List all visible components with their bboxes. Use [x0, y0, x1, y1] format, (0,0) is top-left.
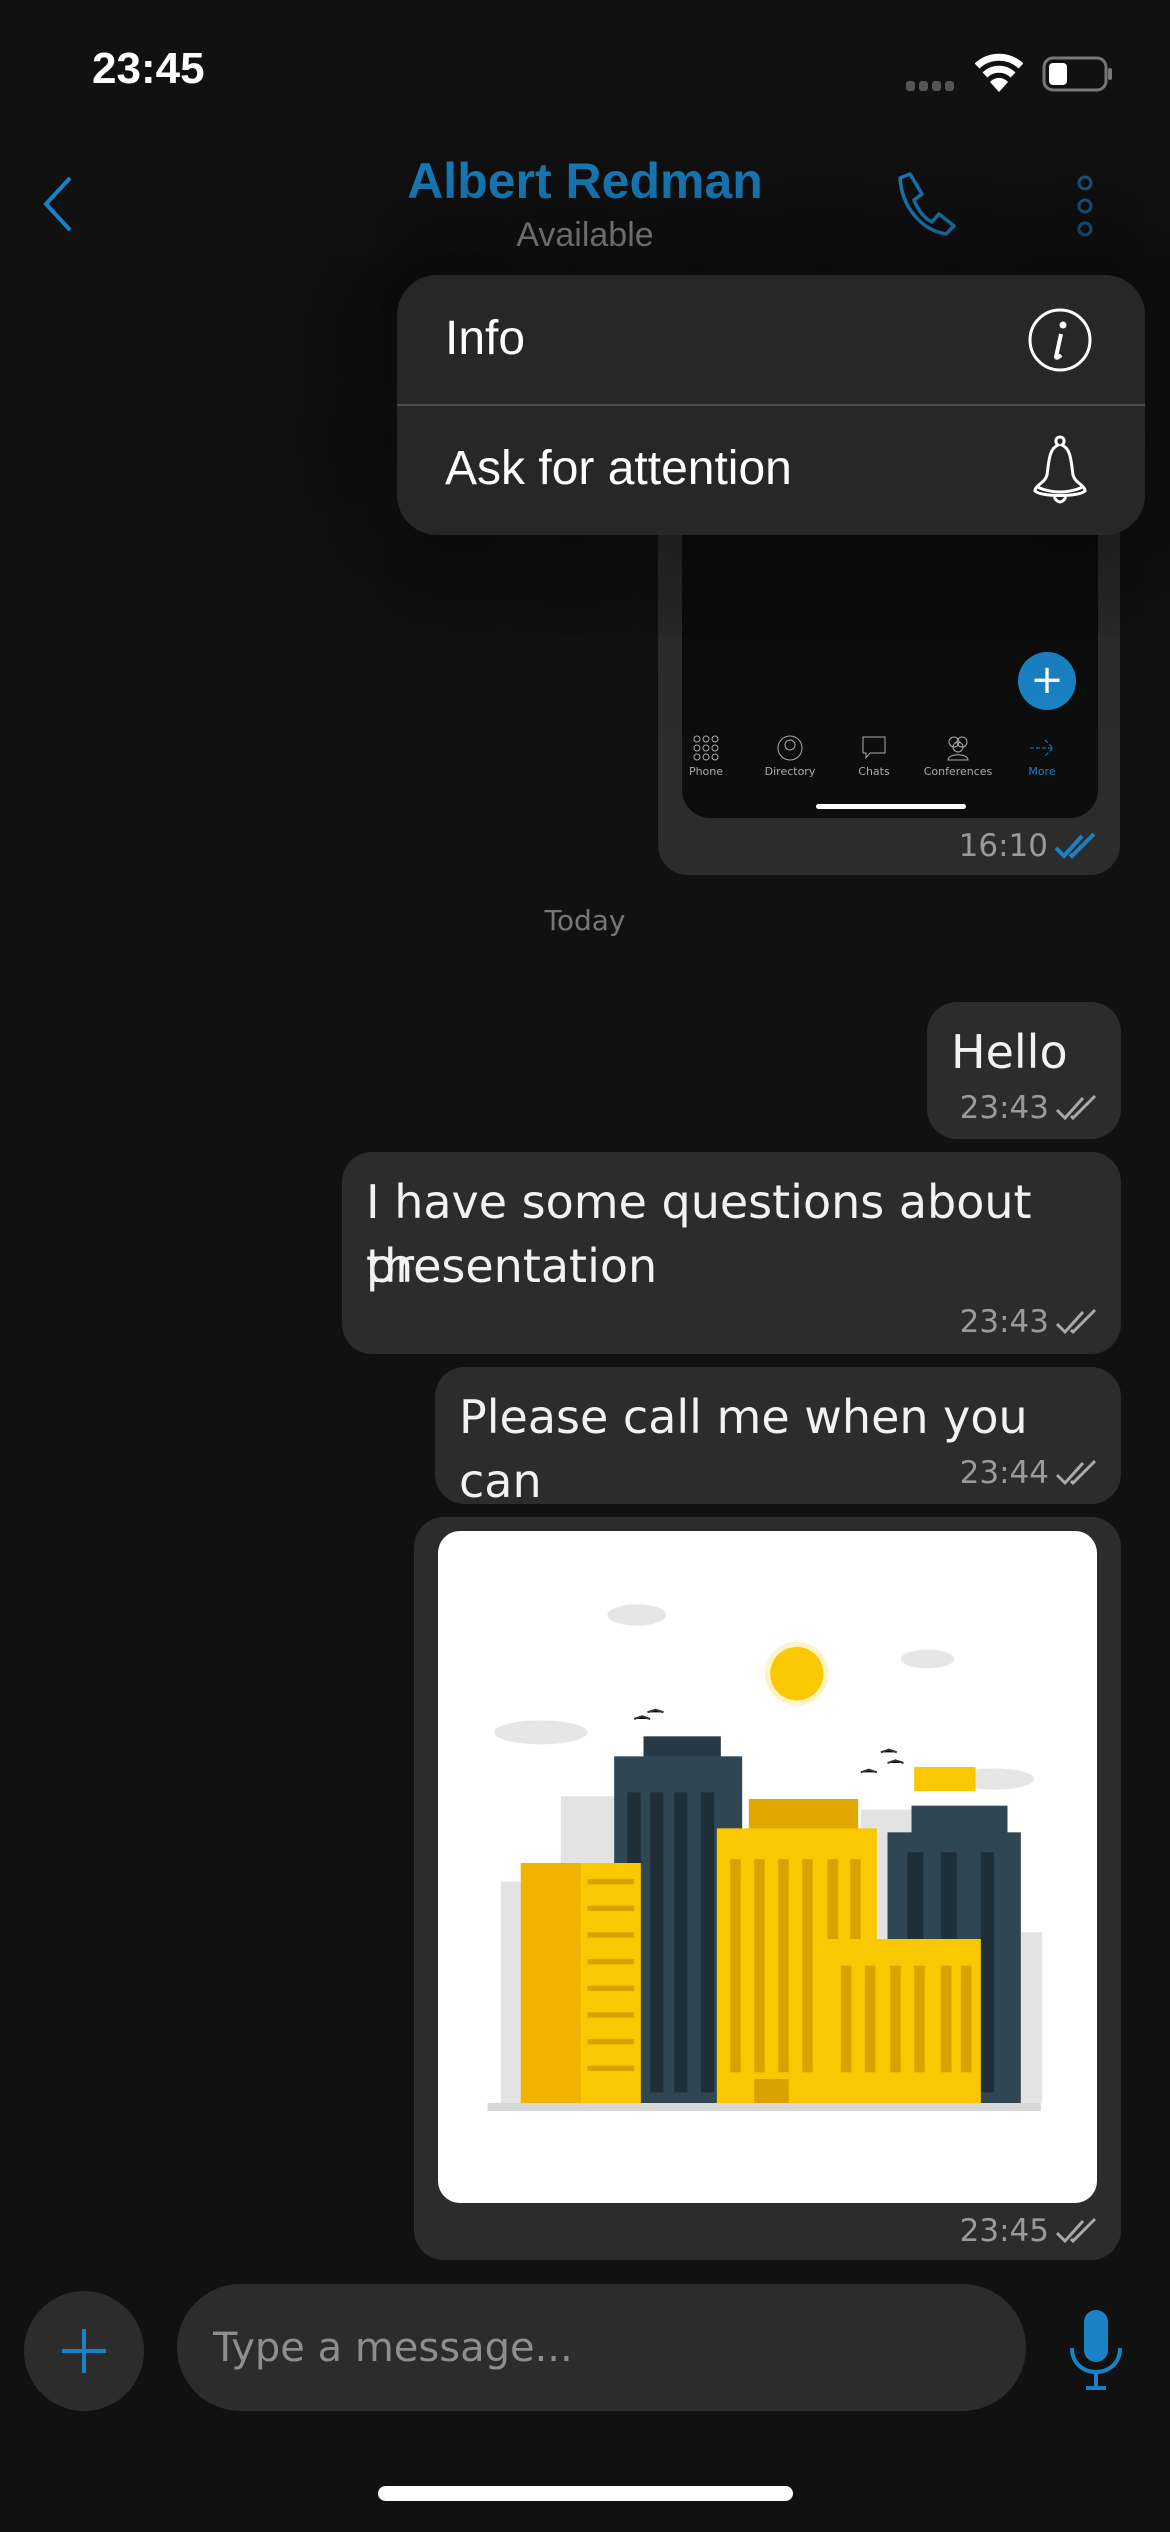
menu-item-ask-for-attention[interactable]: Ask for attention — [397, 405, 1145, 535]
message-bubble[interactable]: Hello 23:43 — [927, 1002, 1121, 1139]
message-text-line: presentation — [366, 1239, 658, 1293]
overflow-menu: Info Ask for attention — [397, 275, 1145, 535]
read-ticks-icon — [1055, 1308, 1097, 1335]
read-ticks-icon — [1055, 2217, 1097, 2244]
message-time: 23:43 — [959, 1304, 1049, 1340]
date-separator: Today — [544, 904, 626, 937]
plus-icon — [62, 2329, 106, 2373]
microphone-button[interactable] — [1068, 2308, 1124, 2396]
contact-name: Albert Redman — [407, 153, 763, 209]
message-bubble[interactable]: I have some questions about the presenta… — [342, 1152, 1121, 1354]
read-ticks-icon — [1055, 1094, 1097, 1121]
fab-add-icon: + — [1018, 652, 1076, 710]
microphone-icon — [1070, 2310, 1122, 2390]
home-indicator — [378, 2486, 793, 2501]
call-button[interactable] — [892, 172, 956, 240]
read-ticks-icon — [1054, 832, 1096, 859]
message-text: Hello — [951, 1025, 1068, 1079]
phone-icon — [898, 172, 956, 236]
message-input[interactable] — [177, 2284, 1026, 2411]
contact-icon — [777, 735, 803, 761]
keypad-icon — [693, 735, 719, 761]
city-image[interactable] — [438, 1531, 1097, 2203]
signal-icon — [906, 78, 958, 97]
message-text: Please call me when you can — [459, 1390, 1028, 1508]
message-time: 23:44 — [959, 1455, 1049, 1491]
city-illustration — [487, 1604, 1043, 2111]
battery-icon — [1042, 56, 1114, 96]
bell-icon — [1033, 435, 1087, 504]
more-options-button[interactable] — [1074, 175, 1096, 241]
message-time: 23:45 — [959, 2213, 1049, 2249]
message-bubble-image[interactable]: 23:45 — [414, 1517, 1121, 2260]
attach-button[interactable] — [24, 2291, 144, 2411]
contact-status: Available — [516, 216, 654, 254]
message-bubble[interactable]: Please call me when you can 23:44 — [435, 1367, 1121, 1508]
menu-item-info[interactable]: Info — [397, 275, 1145, 405]
vertical-dots-icon — [1077, 175, 1093, 237]
status-time: 23:45 — [92, 44, 205, 93]
read-ticks-icon — [1055, 1459, 1097, 1486]
message-time: 16:10 — [958, 828, 1048, 864]
wifi-icon — [974, 52, 1024, 98]
arrow-right-icon — [1030, 739, 1054, 757]
chat-icon — [862, 736, 886, 760]
info-icon — [1028, 308, 1092, 372]
tab-more: More — [992, 735, 1092, 778]
home-indicator-preview — [816, 804, 966, 809]
group-icon — [947, 736, 969, 761]
message-time: 23:43 — [959, 1090, 1049, 1126]
